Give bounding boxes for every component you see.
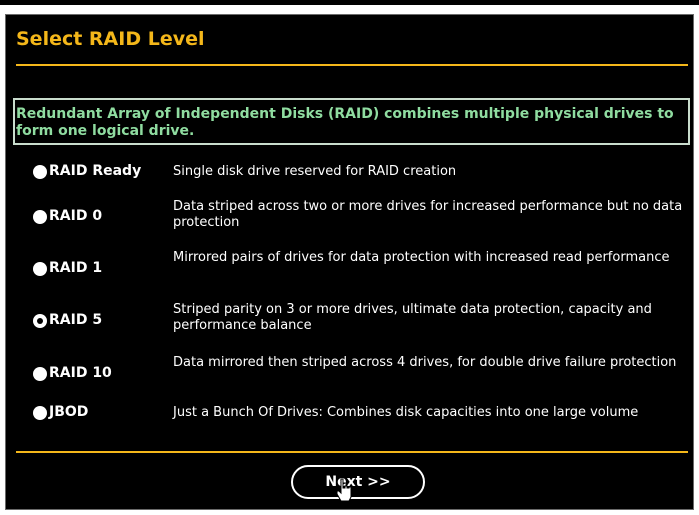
- option-label: RAID 0: [49, 208, 103, 224]
- option-raid-5[interactable]: RAID 5 Striped parity on 3 or more drive…: [0, 301, 699, 341]
- option-label: RAID 1: [49, 260, 103, 276]
- option-label: RAID 5: [49, 312, 103, 328]
- radio-button-selected[interactable]: [33, 314, 47, 328]
- info-box: Redundant Array of Independent Disks (RA…: [13, 98, 690, 145]
- hand-pointer-icon: [336, 478, 352, 502]
- option-raid-1[interactable]: RAID 1 Mirrored pairs of drives for data…: [0, 250, 699, 290]
- radio-button[interactable]: [33, 210, 47, 224]
- top-bar: [0, 0, 699, 5]
- option-description: Mirrored pairs of drives for data protec…: [173, 250, 670, 265]
- option-jbod[interactable]: JBOD Just a Bunch Of Drives: Combines di…: [0, 404, 699, 444]
- option-raid-ready[interactable]: RAID Ready Single disk drive reserved fo…: [0, 158, 699, 198]
- radio-button[interactable]: [33, 406, 47, 420]
- footer-divider: [16, 451, 688, 453]
- radio-button[interactable]: [33, 165, 47, 179]
- option-description: Data striped across two or more drives f…: [173, 199, 683, 230]
- next-button[interactable]: Next >>: [291, 465, 425, 499]
- radio-button[interactable]: [33, 262, 47, 276]
- option-description: Data mirrored then striped across 4 driv…: [173, 355, 677, 370]
- option-description: Just a Bunch Of Drives: Combines disk ca…: [173, 405, 639, 420]
- title-divider: [16, 64, 688, 66]
- option-raid-10[interactable]: RAID 10 Data mirrored then striped acros…: [0, 355, 699, 396]
- option-label: JBOD: [49, 404, 89, 420]
- option-label: RAID 10: [49, 365, 112, 381]
- option-description: Single disk drive reserved for RAID crea…: [173, 164, 457, 179]
- option-label: RAID Ready: [49, 163, 142, 179]
- option-description: Striped parity on 3 or more drives, ulti…: [173, 302, 652, 333]
- option-raid-0[interactable]: RAID 0 Data striped across two or more d…: [0, 196, 699, 236]
- radio-button[interactable]: [33, 367, 47, 381]
- page-title: Select RAID Level: [16, 28, 205, 50]
